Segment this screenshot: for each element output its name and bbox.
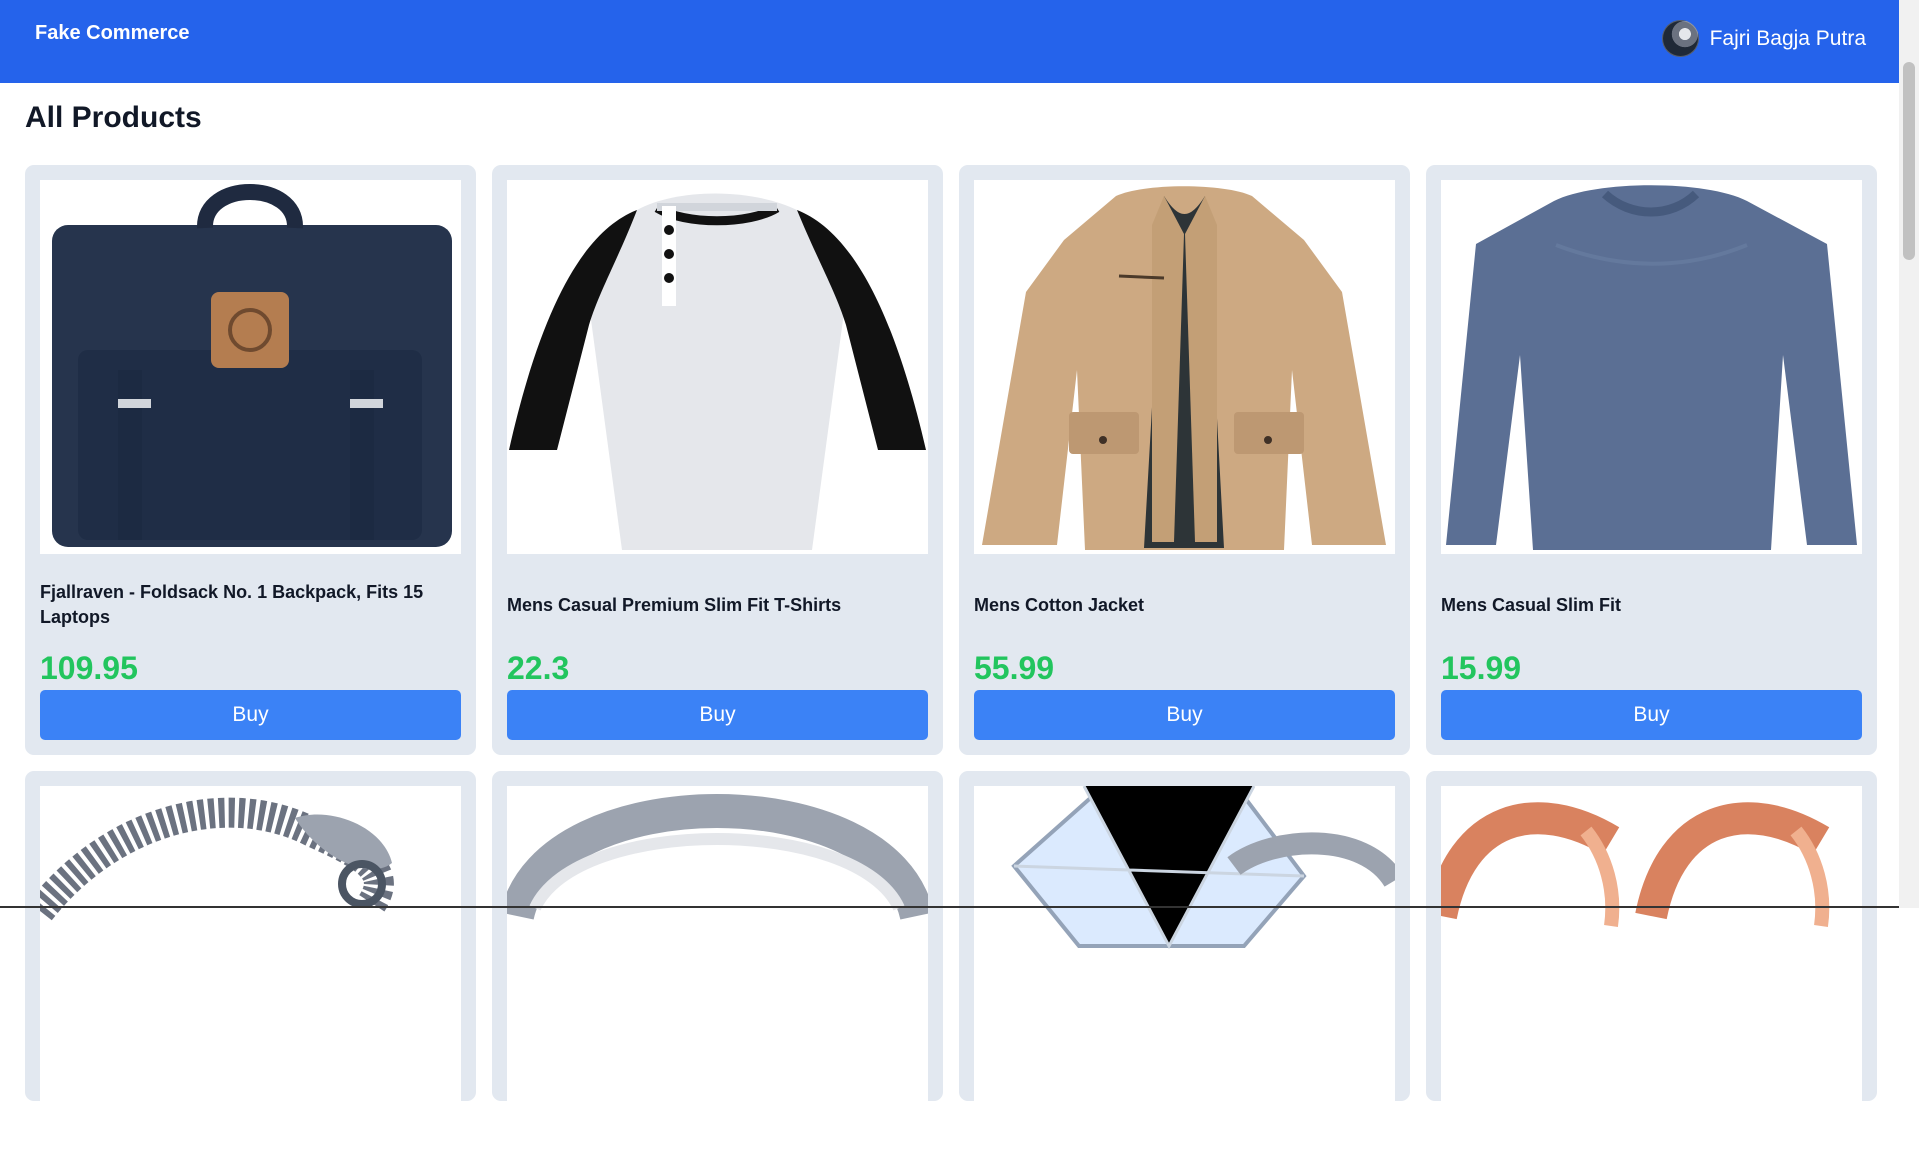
product-price: 109.95 <box>40 650 138 686</box>
buy-button[interactable]: Buy <box>40 690 461 740</box>
product-card[interactable] <box>25 771 476 1160</box>
product-card[interactable] <box>492 771 943 1160</box>
product-card[interactable]: Mens Casual Premium Slim Fit T-Shirts 22… <box>492 165 943 755</box>
product-card[interactable]: Mens Cotton Jacket 55.99 Buy <box>959 165 1410 755</box>
raglan-shirt-icon <box>509 193 926 550</box>
product-name[interactable]: Mens Cotton Jacket <box>974 566 1395 644</box>
brand-logo[interactable]: Fake Commerce <box>35 22 190 45</box>
user-name[interactable]: Fajri Bagja Putra <box>1710 27 1866 51</box>
product-image[interactable] <box>974 786 1395 1160</box>
product-image[interactable] <box>40 786 461 1160</box>
product-image[interactable] <box>40 180 461 554</box>
buy-button[interactable]: Buy <box>1441 690 1862 740</box>
product-price: 55.99 <box>974 650 1055 686</box>
user-avatar[interactable] <box>1661 20 1699 57</box>
backpack-icon <box>52 184 452 547</box>
product-name[interactable]: Mens Casual Slim Fit <box>1441 566 1862 644</box>
product-card[interactable]: Mens Casual Slim Fit 15.99 Buy <box>1426 165 1877 755</box>
product-name[interactable]: Mens Casual Premium Slim Fit T-Shirts <box>507 566 928 644</box>
silver-ring-icon <box>507 794 928 921</box>
rose-gold-rings-icon <box>1441 802 1830 927</box>
product-card[interactable]: Fjallraven - Foldsack No. 1 Backpack, Fi… <box>25 165 476 755</box>
long-sleeve-shirt-icon <box>1446 185 1857 550</box>
vertical-scrollbar[interactable] <box>1899 0 1919 908</box>
page-title: All Products <box>25 101 202 134</box>
product-image[interactable] <box>1441 180 1862 554</box>
product-card[interactable] <box>1426 771 1877 1160</box>
product-price: 15.99 <box>1441 650 1522 686</box>
product-card[interactable] <box>959 771 1410 1160</box>
product-name[interactable]: Fjallraven - Foldsack No. 1 Backpack, Fi… <box>40 566 461 644</box>
product-image[interactable] <box>507 786 928 1160</box>
diamond-ring-icon <box>1011 786 1395 950</box>
product-image[interactable] <box>507 180 928 554</box>
user-menu[interactable]: Fajri Bagja Putra <box>1661 20 1866 57</box>
product-image[interactable] <box>1441 786 1862 1160</box>
product-grid: Fjallraven - Foldsack No. 1 Backpack, Fi… <box>25 165 1877 1160</box>
dragon-bracelet-icon <box>40 797 394 921</box>
buy-button[interactable]: Buy <box>507 690 928 740</box>
buy-button[interactable]: Buy <box>974 690 1395 740</box>
jacket-icon <box>982 186 1386 550</box>
product-price: 22.3 <box>507 650 570 686</box>
site-header: Fake Commerce Fajri Bagja Putra <box>0 0 1899 83</box>
product-image[interactable] <box>974 180 1395 554</box>
scrollbar-thumb[interactable] <box>1903 62 1915 260</box>
